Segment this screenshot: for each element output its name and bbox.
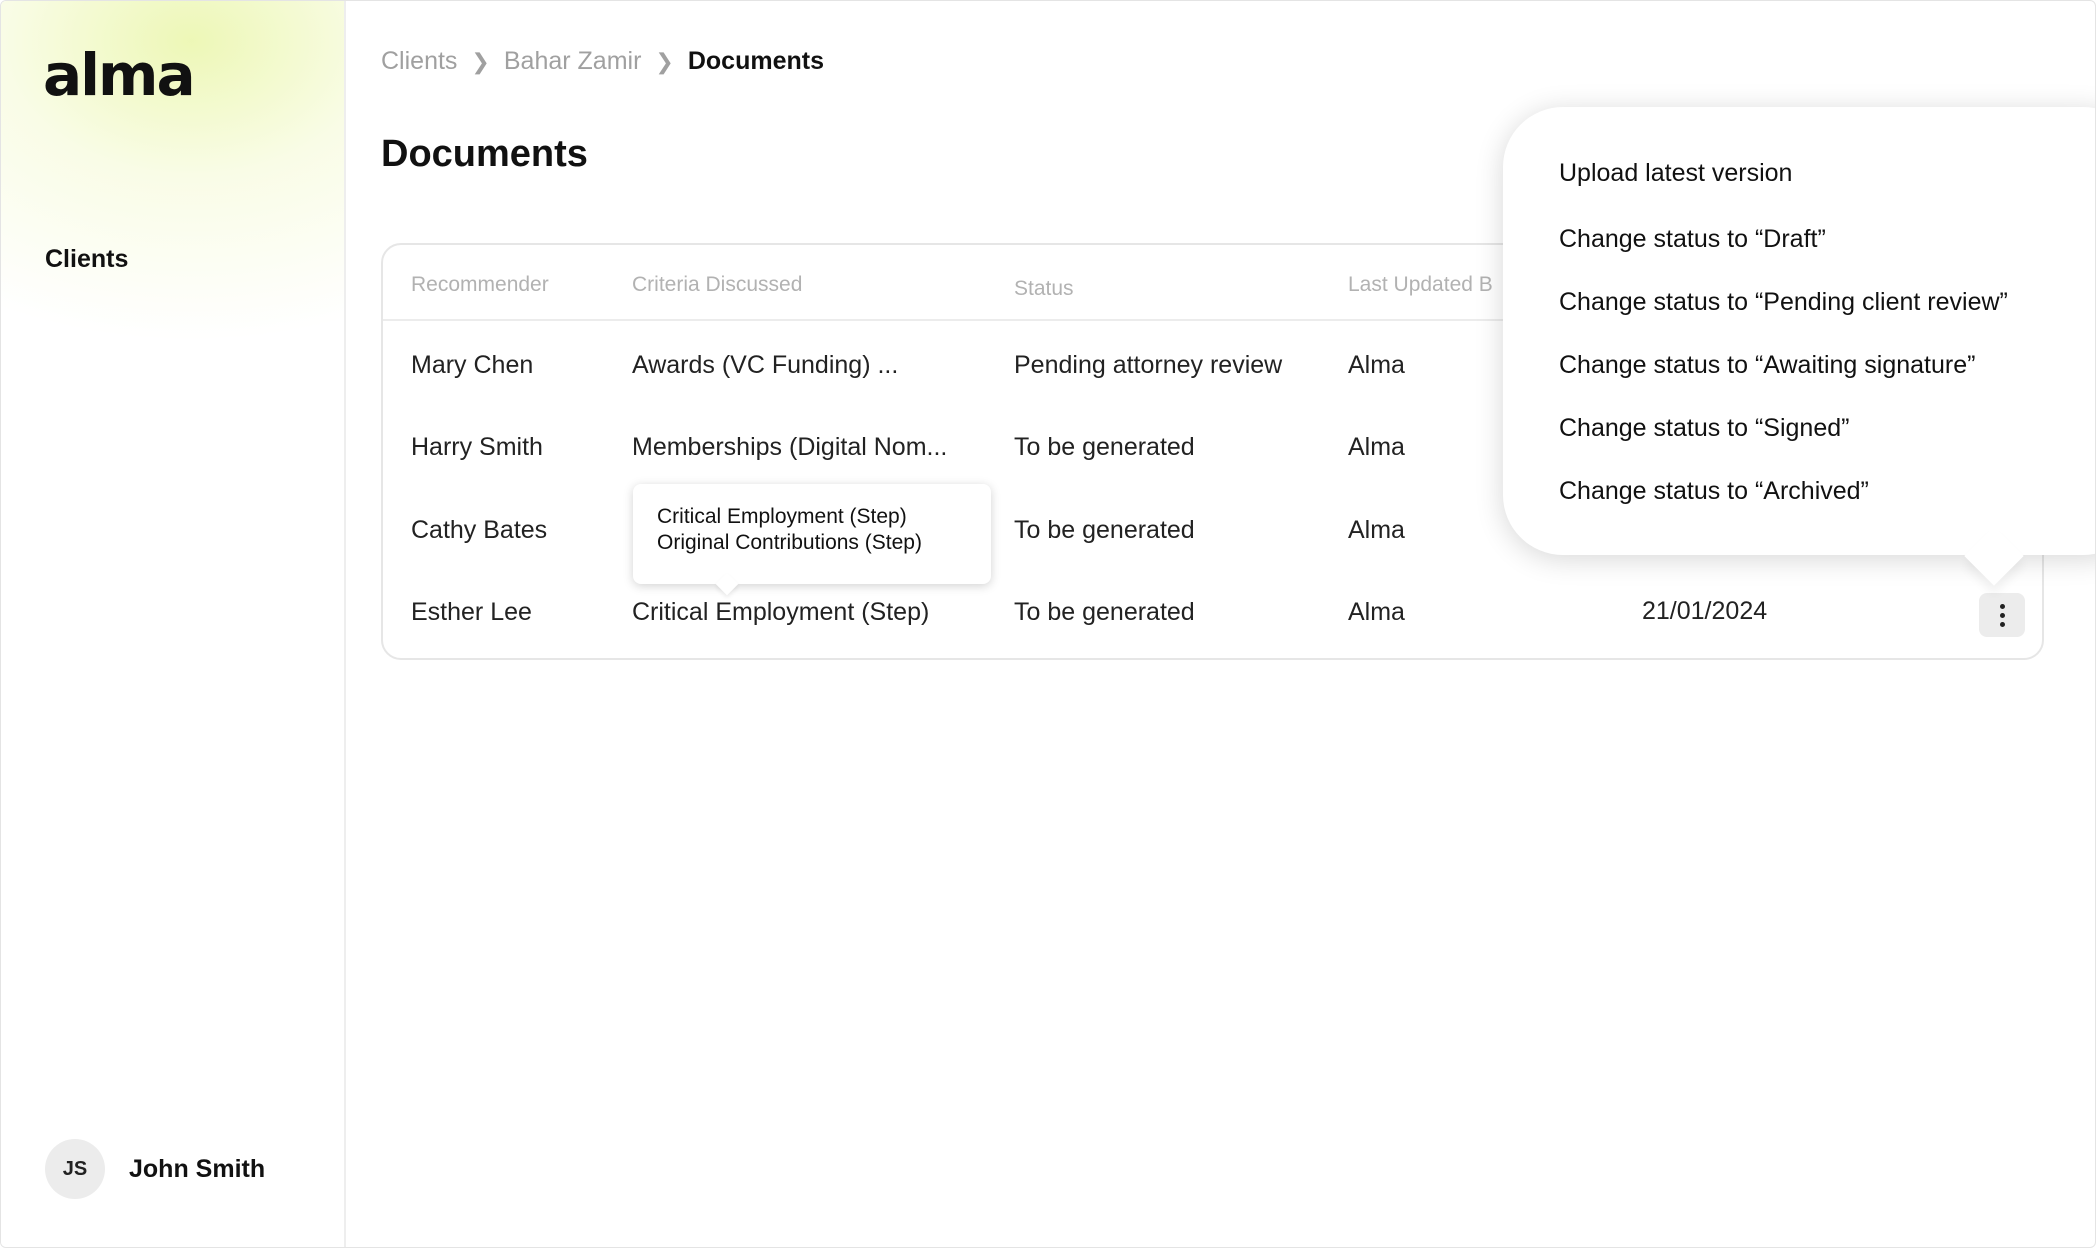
cell-updated-by: Alma [1348,598,1405,626]
sidebar: alma Clients JS John Smith [1,1,346,1247]
sidebar-item-clients[interactable]: Clients [45,245,128,274]
cell-criteria[interactable]: Awards (VC Funding) ... [632,351,898,380]
tooltip-line: Original Contributions (Step) [657,531,922,554]
user-profile[interactable]: JS John Smith [45,1139,265,1199]
menu-item-status-draft[interactable]: Change status to “Draft” [1559,225,1826,254]
cell-criteria[interactable]: Memberships (Digital Nom... [632,433,947,462]
menu-item-status-pending-client-review[interactable]: Change status to “Pending client review” [1559,288,2008,317]
menu-item-status-awaiting-signature[interactable]: Change status to “Awaiting signature” [1559,351,1975,380]
cell-status: To be generated [1014,516,1195,544]
chevron-right-icon: ❯ [471,48,490,74]
cell-criteria[interactable]: Critical Employment (Step) [632,598,929,627]
breadcrumb-clients[interactable]: Clients [381,47,457,76]
breadcrumb: Clients ❯ Bahar Zamir ❯ Documents [381,47,824,76]
cell-status: To be generated [1014,433,1195,461]
column-header-criteria[interactable]: Criteria Discussed [632,273,802,297]
cell-status: Pending attorney review [1014,351,1283,379]
cell-date: 21/01/2024 [1642,597,1768,625]
menu-item-upload-latest-version[interactable]: Upload latest version [1559,159,1792,188]
more-options-button[interactable] [1979,593,2025,637]
cell-status: To be generated [1014,598,1195,626]
cell-recommender: Harry Smith [411,433,543,461]
more-vertical-icon [1999,603,2005,609]
cell-updated-by: Alma [1348,516,1405,544]
cell-recommender: Mary Chen [411,351,534,379]
column-header-last-updated-by[interactable]: Last Updated B [1348,273,1493,297]
menu-item-status-signed[interactable]: Change status to “Signed” [1559,414,1849,443]
menu-item-status-archived[interactable]: Change status to “Archived” [1559,477,1869,506]
criteria-tooltip: Critical Employment (Step) Original Cont… [633,484,991,584]
cell-recommender: Cathy Bates [411,516,548,544]
avatar: JS [45,1139,105,1199]
user-name: John Smith [129,1154,266,1183]
alma-logo[interactable]: alma [43,41,196,109]
breadcrumb-documents: Documents [687,47,824,75]
cell-updated-by: Alma [1348,351,1405,379]
cell-updated-by: Alma [1348,433,1405,461]
chevron-right-icon: ❯ [655,48,674,74]
column-header-recommender[interactable]: Recommender [411,273,549,297]
breadcrumb-client-name[interactable]: Bahar Zamir [504,47,642,76]
cell-recommender: Esther Lee [411,598,532,626]
app-window: alma Clients JS John Smith Clients ❯ Bah… [0,0,2096,1248]
column-header-status[interactable]: Status [1014,277,1074,301]
row-actions-menu: Upload latest version Change status to “… [1503,107,2095,555]
tooltip-line: Critical Employment (Step) [657,505,907,528]
page-title: Documents [381,133,588,175]
